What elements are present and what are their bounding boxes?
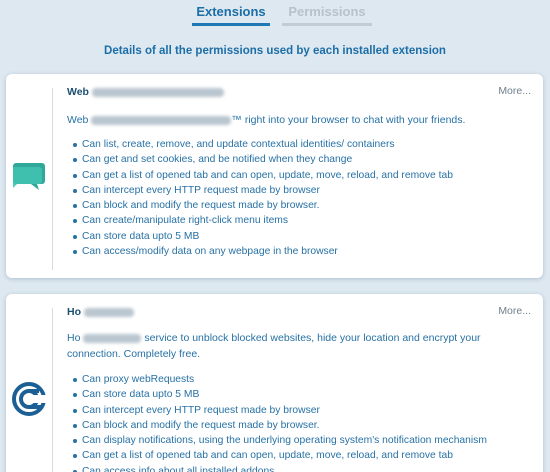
extension-description: Web ™ right into your browser to chat wit… [67, 114, 466, 126]
list-item: Can intercept every HTTP request made by… [73, 183, 453, 198]
list-item: Can block and modify the request made by… [73, 418, 487, 433]
extension-name: Ho [67, 306, 134, 318]
list-item: Can store data upto 5 MB [73, 229, 453, 244]
tab-permissions[interactable]: Permissions [282, 4, 372, 26]
list-item: Can proxy webRequests [73, 372, 487, 387]
list-item: Can block and modify the request made by… [73, 198, 453, 213]
card-divider [52, 88, 53, 270]
more-link[interactable]: More... [498, 305, 531, 317]
list-item: Can create/manipulate right-click menu i… [73, 213, 453, 228]
extension-card: Web More... Web ™ right into your browser… [6, 74, 543, 278]
list-item: Can get a list of opened tab and can ope… [73, 168, 453, 183]
list-item: Can access/modify data on any webpage in… [73, 244, 453, 259]
chat-bubble-icon [12, 158, 46, 192]
permission-list: Can proxy webRequests Can store data upt… [73, 372, 487, 472]
list-item: Can access info about all installed addo… [73, 464, 487, 472]
blurred-name [91, 87, 224, 97]
permission-list: Can list, create, remove, and update con… [73, 137, 453, 259]
blurred-name [84, 307, 134, 317]
extension-card: Ho More... Ho service to unblock blocked… [6, 294, 543, 472]
list-item: Can get a list of opened tab and can ope… [73, 448, 487, 463]
extension-name: Web [67, 86, 224, 98]
extension-description: Ho service to unblock blocked websites, … [67, 332, 481, 360]
list-item: Can get and set cookies, and be notified… [73, 152, 453, 167]
list-item: Can store data upto 5 MB [73, 387, 487, 402]
more-link[interactable]: More... [498, 85, 531, 97]
blurred-text [91, 115, 232, 125]
list-item: Can display notifications, using the und… [73, 433, 487, 448]
list-item: Can intercept every HTTP request made by… [73, 403, 487, 418]
page-subtitle: Details of all the permissions used by e… [104, 45, 446, 57]
card-divider [52, 308, 53, 472]
tab-extensions[interactable]: Extensions [192, 4, 270, 26]
tab-bar: Extensions Permissions [0, 0, 550, 28]
list-item: Can list, create, remove, and update con… [73, 137, 453, 152]
blurred-text [83, 333, 142, 343]
vpn-link-icon [12, 382, 46, 416]
